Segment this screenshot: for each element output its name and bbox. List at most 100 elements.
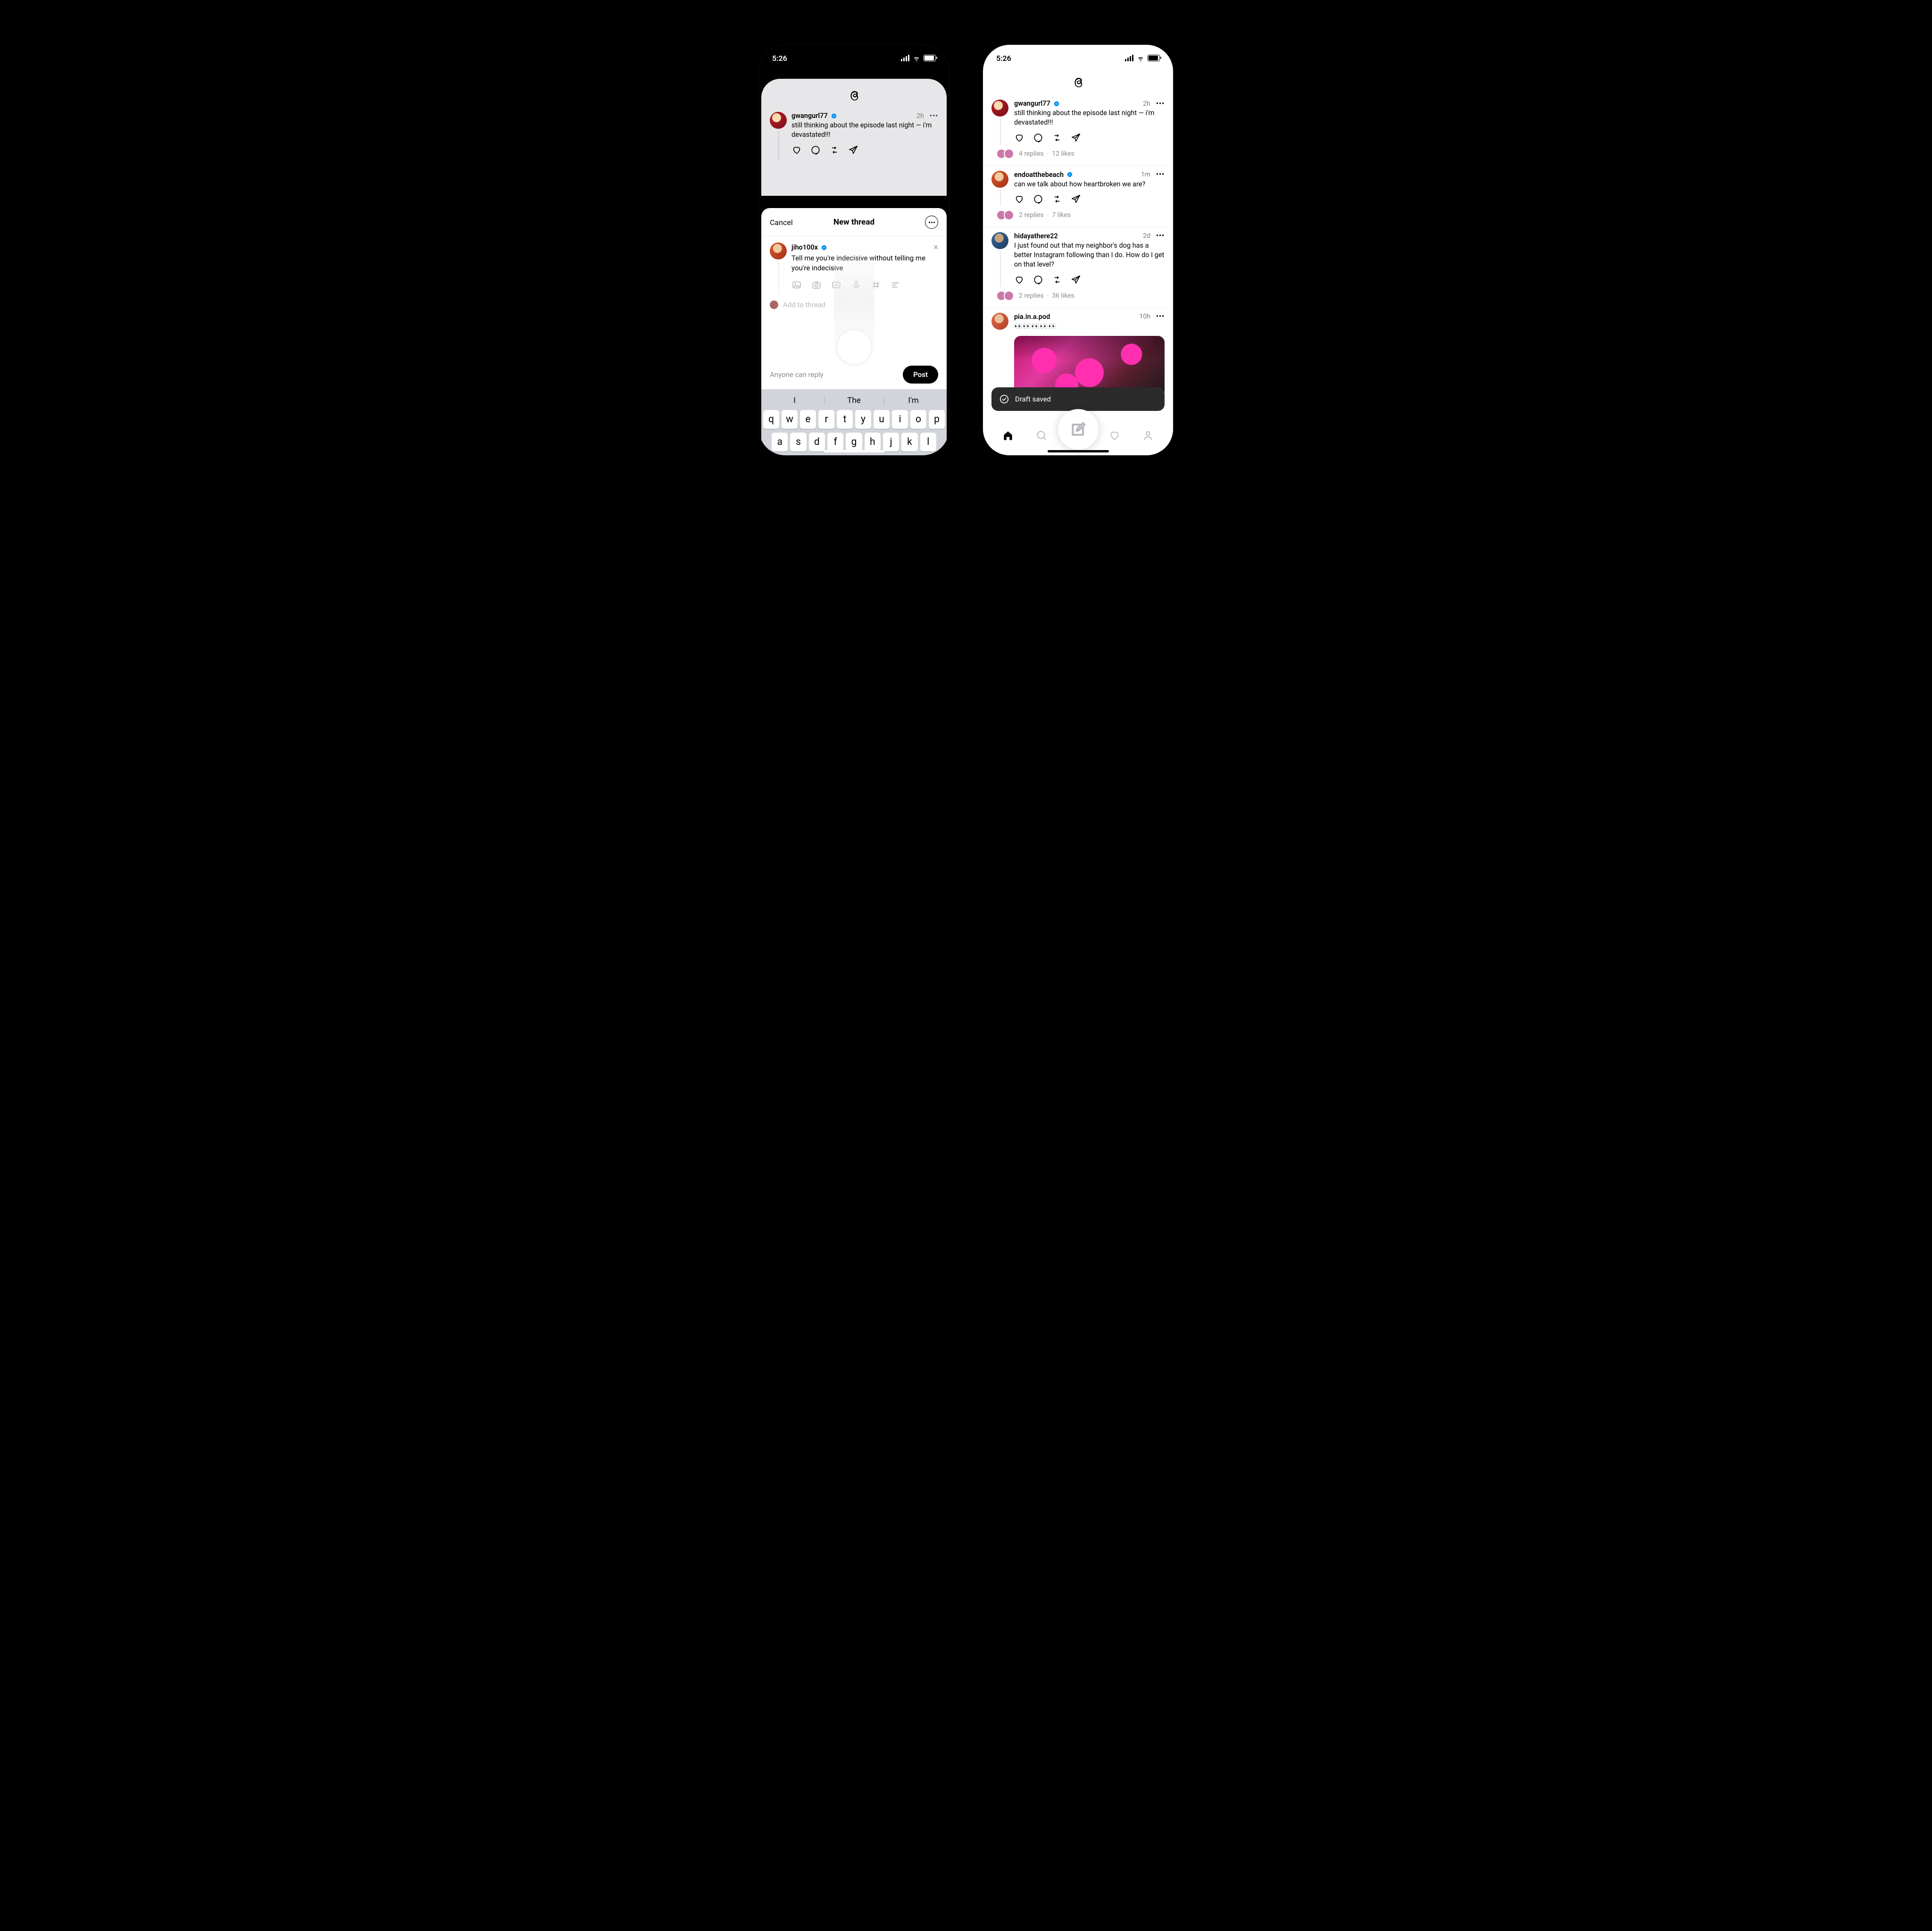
toast-draft-saved: Draft saved (991, 387, 1165, 411)
feed-post[interactable]: hidayathere222d•••I just found out that … (983, 227, 1173, 308)
tab-profile-icon[interactable] (1142, 429, 1154, 442)
threads-logo[interactable] (983, 74, 1173, 88)
comment-icon[interactable] (1033, 275, 1043, 285)
post-time: 2h (1143, 100, 1150, 108)
tab-compose-button[interactable] (1058, 409, 1099, 450)
clear-text-button[interactable]: × (933, 242, 938, 252)
share-icon[interactable] (1071, 194, 1081, 204)
share-icon[interactable] (1071, 133, 1081, 143)
swipe-indicator[interactable] (834, 245, 874, 368)
post-more-button[interactable]: ••• (1156, 232, 1165, 240)
like-icon[interactable] (1014, 194, 1024, 204)
wifi-icon (912, 54, 921, 62)
post-username[interactable]: endoatthebeach (1014, 171, 1064, 179)
sheet-more-button[interactable] (925, 216, 938, 229)
post-username[interactable]: gwangurl77 (1014, 100, 1050, 108)
key-u[interactable]: u (874, 410, 890, 429)
key-j[interactable]: j (883, 433, 899, 451)
post-text: 👀👀👀👀👀 (1014, 322, 1165, 331)
replies-count[interactable]: 4 replies · 12 likes (1019, 150, 1074, 158)
key-t[interactable]: t (837, 410, 853, 429)
battery-icon (1148, 55, 1160, 61)
tab-home-icon[interactable] (1002, 429, 1014, 442)
key-l[interactable]: l (920, 433, 936, 451)
post-time: 2d (1143, 232, 1150, 240)
wifi-icon (1136, 54, 1145, 62)
share-icon[interactable] (1071, 275, 1081, 285)
repost-icon[interactable] (1052, 133, 1062, 143)
repost-icon[interactable] (1052, 194, 1062, 204)
key-d[interactable]: d (809, 433, 825, 451)
kb-suggestion[interactable]: I (765, 396, 824, 405)
phone-feed-view: 5:26 gwangurl772h•••still thinking about… (983, 45, 1173, 455)
comment-icon[interactable] (810, 145, 821, 155)
post-time: 10h (1139, 313, 1150, 320)
key-w[interactable]: w (782, 410, 798, 429)
share-icon[interactable] (848, 145, 858, 155)
feed-post[interactable]: endoatthebeach1m•••can we talk about how… (983, 166, 1173, 227)
feed[interactable]: gwangurl772h•••still thinking about the … (983, 69, 1173, 404)
post-text: still thinking about the episode last ni… (791, 121, 938, 140)
post-text: can we talk about how heartbroken we are… (1014, 180, 1165, 189)
status-time: 5:26 (772, 54, 787, 63)
feed-post[interactable]: gwangurl772h•••still thinking about the … (983, 95, 1173, 166)
post-more-button[interactable]: ••• (1156, 313, 1165, 320)
tab-activity-icon[interactable] (1108, 429, 1121, 442)
avatar[interactable] (991, 100, 1008, 117)
key-i[interactable]: i (892, 410, 908, 429)
key-k[interactable]: k (901, 433, 917, 451)
replies-count[interactable]: 2 replies · 7 likes (1019, 211, 1071, 219)
post-more-button[interactable]: ••• (930, 112, 938, 120)
check-circle-icon (999, 394, 1009, 404)
phone-compose-view: 5:26 gwangurl77 2h ••• (759, 45, 949, 455)
compose-sheet: Cancel New thread jiho100x × Tell me you… (761, 208, 947, 455)
cancel-button[interactable]: Cancel (770, 218, 793, 227)
attach-camera-icon[interactable] (811, 280, 822, 290)
key-o[interactable]: o (910, 410, 926, 429)
avatar[interactable] (991, 232, 1008, 249)
battery-icon (924, 55, 936, 61)
attach-poll-icon[interactable] (891, 280, 901, 290)
key-r[interactable]: r (818, 410, 834, 429)
tab-search-icon[interactable] (1035, 429, 1048, 442)
replies-count[interactable]: 2 replies · 36 likes (1019, 292, 1074, 300)
post-more-button[interactable]: ••• (1156, 171, 1165, 178)
key-s[interactable]: s (790, 433, 806, 451)
post-time: 2h (916, 112, 924, 120)
home-indicator[interactable] (824, 450, 885, 452)
avatar[interactable] (770, 112, 787, 129)
reply-scope-button[interactable]: Anyone can reply (770, 370, 824, 379)
key-f[interactable]: f (827, 433, 843, 451)
key-p[interactable]: p (929, 410, 945, 429)
like-icon[interactable] (1014, 133, 1024, 143)
post-more-button[interactable]: ••• (1156, 100, 1165, 108)
avatar[interactable] (991, 313, 1008, 330)
cellular-icon (1125, 55, 1133, 61)
key-g[interactable]: g (846, 433, 862, 451)
repost-icon[interactable] (829, 145, 840, 155)
comment-icon[interactable] (1033, 194, 1043, 204)
comment-icon[interactable] (1033, 133, 1043, 143)
post-username[interactable]: pia.in.a.pod (1014, 313, 1050, 321)
key-h[interactable]: h (865, 433, 881, 451)
kb-suggestion[interactable]: The (824, 396, 883, 405)
cellular-icon (901, 55, 909, 61)
key-q[interactable]: q (763, 410, 779, 429)
post-username[interactable]: hidayathere22 (1014, 232, 1058, 240)
key-e[interactable]: e (800, 410, 816, 429)
attach-image-icon[interactable] (791, 280, 802, 290)
status-bar: 5:26 (759, 45, 949, 69)
post-button[interactable]: Post (903, 366, 938, 384)
home-indicator[interactable] (1048, 450, 1109, 452)
kb-suggestion[interactable]: I'm (883, 396, 943, 405)
post-username[interactable]: gwangurl77 (791, 112, 828, 120)
avatar[interactable] (991, 171, 1008, 188)
toast-text: Draft saved (1015, 395, 1051, 403)
key-y[interactable]: y (855, 410, 871, 429)
add-thread-placeholder[interactable]: Add to thread (783, 301, 825, 309)
repost-icon[interactable] (1052, 275, 1062, 285)
key-a[interactable]: a (772, 433, 788, 451)
keyboard[interactable]: I The I'm qwertyuiop asdfghjkl (761, 389, 947, 455)
like-icon[interactable] (791, 145, 802, 155)
like-icon[interactable] (1014, 275, 1024, 285)
